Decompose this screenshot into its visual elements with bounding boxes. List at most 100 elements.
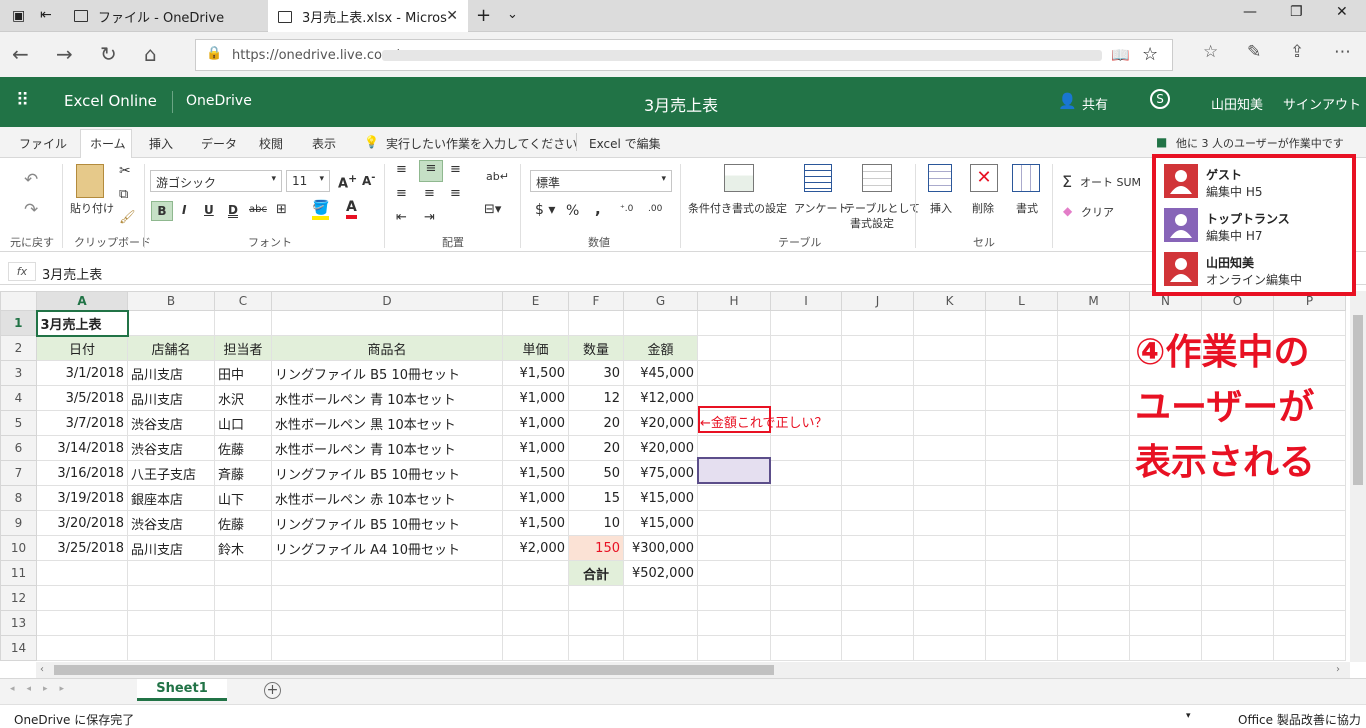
signout-link[interactable]: サインアウト bbox=[1283, 94, 1361, 113]
close-window-icon[interactable]: ✕ bbox=[1336, 4, 1348, 20]
cell[interactable] bbox=[214, 585, 272, 611]
cell[interactable]: ¥502,000 bbox=[623, 560, 698, 586]
fx-icon[interactable]: fx bbox=[8, 262, 36, 281]
wrap-text-icon[interactable]: ab↵ bbox=[486, 170, 509, 183]
cell[interactable]: リングファイル A4 10冊セット bbox=[271, 535, 503, 561]
cell[interactable]: 30 bbox=[568, 360, 624, 386]
horizontal-scrollbar[interactable]: ‹ › bbox=[36, 662, 1350, 678]
column-header[interactable]: B bbox=[127, 291, 215, 311]
cell[interactable]: ¥1,500 bbox=[502, 510, 569, 536]
tab-overview-icon[interactable]: ▣ bbox=[12, 8, 25, 24]
cell[interactable]: 渋谷支店 bbox=[127, 435, 215, 461]
cell[interactable]: 3/16/2018 bbox=[36, 460, 128, 486]
user-name[interactable]: 山田知美 bbox=[1211, 94, 1263, 113]
cell[interactable] bbox=[841, 385, 914, 411]
cell[interactable] bbox=[770, 585, 842, 611]
cell[interactable]: 20 bbox=[568, 410, 624, 436]
font-name-select[interactable]: 游ゴシック ▾ bbox=[150, 170, 282, 192]
share-button[interactable]: 共有 bbox=[1082, 94, 1108, 113]
cell[interactable]: 3/5/2018 bbox=[36, 385, 128, 411]
row-header[interactable]: 9 bbox=[0, 510, 37, 536]
cell[interactable]: 渋谷支店 bbox=[127, 510, 215, 536]
increase-indent-icon[interactable]: ⇥ bbox=[424, 210, 435, 225]
share-person-icon[interactable]: 👤 bbox=[1058, 92, 1077, 110]
row-header[interactable]: 6 bbox=[0, 435, 37, 461]
cell[interactable]: 八王子支店 bbox=[127, 460, 215, 486]
cell[interactable] bbox=[697, 335, 771, 361]
cell[interactable] bbox=[770, 360, 842, 386]
cell[interactable] bbox=[1129, 560, 1202, 586]
cell[interactable] bbox=[502, 610, 569, 636]
user-item-guest[interactable]: ゲスト 編集中 H5 bbox=[1164, 162, 1354, 202]
cell[interactable] bbox=[1057, 635, 1130, 661]
align-middle-icon[interactable]: ≡ bbox=[419, 160, 443, 182]
cell[interactable] bbox=[697, 585, 771, 611]
cell[interactable] bbox=[770, 460, 842, 486]
cell[interactable] bbox=[913, 535, 986, 561]
cell[interactable] bbox=[841, 435, 914, 461]
cell[interactable] bbox=[913, 585, 986, 611]
cell[interactable]: 渋谷支店 bbox=[127, 410, 215, 436]
cell[interactable] bbox=[502, 585, 569, 611]
cell[interactable] bbox=[985, 410, 1058, 436]
cell[interactable] bbox=[770, 310, 842, 336]
insert-cells-icon[interactable] bbox=[928, 164, 952, 192]
chevron-down-icon[interactable]: ▾ bbox=[1186, 711, 1191, 721]
row-header[interactable]: 4 bbox=[0, 385, 37, 411]
cell[interactable] bbox=[568, 610, 624, 636]
cell[interactable] bbox=[568, 310, 624, 336]
h5-comment[interactable]: ←金額これで正しい？ bbox=[700, 412, 828, 431]
favorites-hub-icon[interactable]: ☆ bbox=[1203, 42, 1218, 62]
cell[interactable] bbox=[985, 460, 1058, 486]
cell[interactable] bbox=[1057, 385, 1130, 411]
clear-button[interactable]: クリア bbox=[1081, 204, 1114, 220]
cell[interactable] bbox=[1057, 510, 1130, 536]
cell[interactable] bbox=[214, 610, 272, 636]
cell[interactable]: リングファイル B5 10冊セット bbox=[271, 510, 503, 536]
cell[interactable] bbox=[841, 635, 914, 661]
cell[interactable]: 3/7/2018 bbox=[36, 410, 128, 436]
cell[interactable] bbox=[770, 335, 842, 361]
cell[interactable] bbox=[1273, 610, 1346, 636]
cell[interactable]: ¥20,000 bbox=[623, 435, 698, 461]
new-tab-icon[interactable]: + bbox=[476, 5, 491, 26]
align-right-icon[interactable]: ≡ bbox=[450, 186, 461, 201]
cell[interactable] bbox=[127, 310, 215, 336]
cell[interactable] bbox=[1129, 610, 1202, 636]
cell[interactable]: 水性ボールペン 青 10本セット bbox=[271, 385, 503, 411]
cell[interactable] bbox=[127, 585, 215, 611]
cell[interactable] bbox=[1201, 510, 1274, 536]
cell[interactable] bbox=[1057, 310, 1130, 336]
cell[interactable]: ¥20,000 bbox=[623, 410, 698, 436]
cell[interactable]: 3月売上表 bbox=[35, 309, 129, 337]
cell[interactable]: 3/14/2018 bbox=[36, 435, 128, 461]
conditional-format-button[interactable]: 条件付き書式の設定 bbox=[688, 200, 787, 216]
decrease-indent-icon[interactable]: ⇤ bbox=[396, 210, 407, 225]
column-header[interactable]: E bbox=[502, 291, 569, 311]
cell[interactable] bbox=[1273, 510, 1346, 536]
cell[interactable]: 斉藤 bbox=[214, 460, 272, 486]
column-header[interactable]: C bbox=[214, 291, 272, 311]
cell[interactable] bbox=[1273, 560, 1346, 586]
row-header[interactable]: 3 bbox=[0, 360, 37, 386]
cell[interactable] bbox=[913, 610, 986, 636]
cell[interactable]: リングファイル B5 10冊セット bbox=[271, 460, 503, 486]
cell[interactable] bbox=[36, 610, 128, 636]
cell[interactable] bbox=[36, 560, 128, 586]
cell[interactable] bbox=[985, 360, 1058, 386]
cell[interactable] bbox=[36, 635, 128, 661]
cell[interactable] bbox=[1057, 535, 1130, 561]
presence-indicator[interactable]: 他に 3 人のユーザーが作業中です bbox=[1176, 135, 1344, 151]
cell[interactable] bbox=[913, 460, 986, 486]
cell[interactable] bbox=[1057, 360, 1130, 386]
align-top-icon[interactable]: ≡ bbox=[396, 162, 407, 177]
share-icon[interactable]: ⇪ bbox=[1290, 42, 1304, 62]
shrink-font-icon[interactable]: A- bbox=[362, 172, 375, 188]
cell[interactable] bbox=[1057, 335, 1130, 361]
currency-icon[interactable]: $ ▾ bbox=[535, 202, 555, 218]
cell[interactable] bbox=[568, 585, 624, 611]
browser-tab-excel[interactable]: 3月売上表.xlsx - Micros ✕ bbox=[268, 0, 468, 33]
cell[interactable] bbox=[770, 510, 842, 536]
forward-icon[interactable]: → bbox=[56, 42, 73, 66]
cut-icon[interactable]: ✂ bbox=[119, 163, 131, 179]
